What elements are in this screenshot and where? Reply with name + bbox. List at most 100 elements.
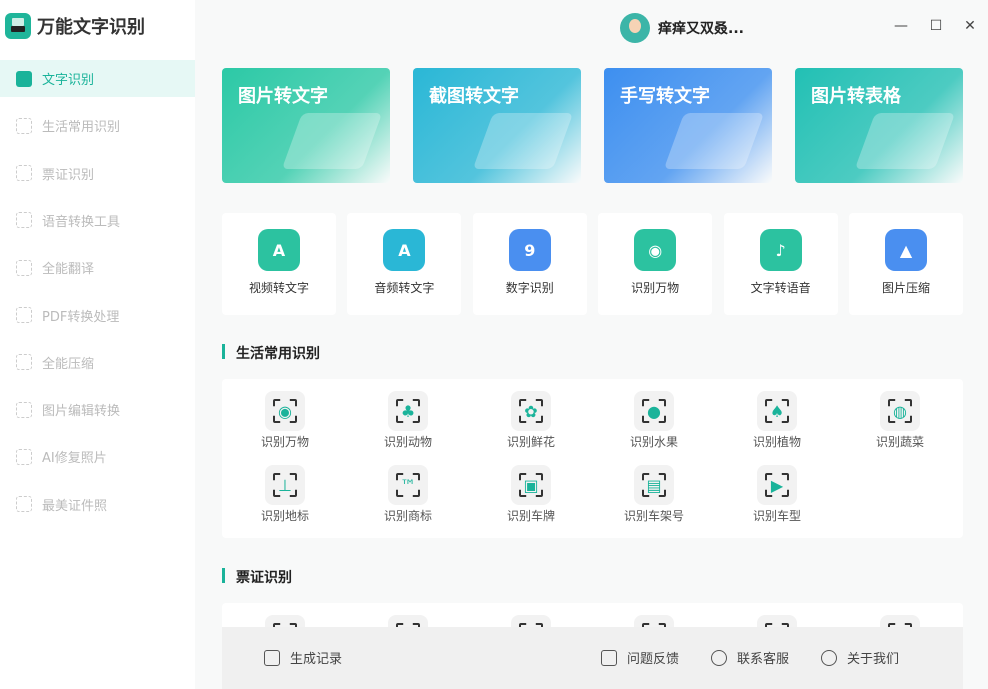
sidebar-item-label: 最美证件照: [42, 498, 108, 514]
sidebar-item-label: 语音转换工具: [42, 214, 121, 230]
banner-card[interactable]: 截图转文字: [413, 68, 581, 183]
banner-illustration: [663, 113, 765, 169]
close-button[interactable]: ✕: [962, 18, 978, 34]
sidebar-item[interactable]: AI修复照片: [0, 438, 195, 475]
banner-label: 手写转文字: [620, 86, 710, 107]
history-link[interactable]: 生成记录: [264, 648, 342, 667]
item-label: 识别车牌: [506, 509, 555, 523]
app-title: 万能文字识别: [37, 17, 145, 38]
about-link[interactable]: 关于我们: [821, 648, 899, 667]
recognition-item[interactable]: ▤ 识别车架号: [604, 465, 704, 524]
recognition-item[interactable]: ♣ 识别动物: [358, 391, 458, 450]
scan-frame-icon: ♣: [388, 391, 428, 431]
sidebar-item[interactable]: 最美证件照: [0, 486, 195, 523]
tool-card[interactable]: ◉ 识别万物: [598, 213, 713, 315]
tool-card[interactable]: ♪ 文字转语音: [723, 213, 838, 315]
sidebar-item[interactable]: 图片编辑转换: [0, 391, 195, 428]
recognition-item[interactable]: ◉ 识别万物: [235, 391, 335, 450]
item-label: 识别车架号: [623, 509, 684, 523]
banner-card[interactable]: 手写转文字: [604, 68, 772, 183]
feedback-link[interactable]: 问题反馈: [601, 648, 679, 667]
scan-frame-icon: ✿: [511, 391, 551, 431]
sidebar-item-label: 票证识别: [42, 167, 95, 183]
nav-item-icon: [16, 70, 32, 87]
sidebar-item[interactable]: PDF转换处理: [0, 297, 195, 334]
tool-label: 视频转文字: [248, 281, 309, 295]
tool-icon: ♪: [759, 229, 802, 271]
scan-frame-icon: ●: [634, 391, 674, 431]
avatar[interactable]: [620, 13, 650, 43]
history-label: 生成记录: [290, 652, 343, 667]
scan-frame-icon: ◉: [265, 391, 305, 431]
recognition-item[interactable]: ⊥ 识别地标: [235, 465, 335, 524]
nav-item-icon: [16, 307, 32, 323]
banner-illustration: [854, 113, 956, 169]
sidebar-item-label: 生活常用识别: [42, 120, 121, 136]
recognition-item[interactable]: ▶ 识别车型: [727, 465, 827, 524]
username[interactable]: 痒痒又双叒...: [658, 18, 744, 38]
sidebar-item[interactable]: 文字识别: [0, 60, 195, 97]
tool-icon: ▲: [885, 229, 927, 271]
tool-card[interactable]: A 音频转文字: [347, 213, 462, 315]
banner-illustration: [472, 113, 574, 169]
sidebar-item[interactable]: 票证识别: [0, 155, 195, 192]
nav-item-icon: [16, 212, 32, 229]
app-logo: 万能文字识别: [5, 13, 145, 39]
scan-frame-icon: ▶: [757, 465, 797, 505]
sidebar-item[interactable]: 语音转换工具: [0, 202, 195, 239]
item-label: 识别车型: [752, 509, 801, 523]
tool-label: 文字转语音: [750, 281, 811, 295]
recognition-item[interactable]: ✿ 识别鲜花: [481, 391, 581, 450]
sidebar-item[interactable]: 生活常用识别: [0, 107, 195, 144]
tool-label: 识别万物: [631, 281, 680, 295]
recognition-item[interactable]: ▣ 识别车牌: [481, 465, 581, 524]
sidebar: 万能文字识别 文字识别生活常用识别 票证识别语音转换工具 全能翻译 PDF转换处理 全能…: [0, 0, 195, 689]
item-label: 识别鲜花: [506, 435, 555, 449]
life-recognition-card: ◉ 识别万物 ♣ 识别动物 ✿ 识别鲜花 ● 识别水果 ♠ 识别植物 ◍ 识别蔬菜 ⊥ 识别地标 ™ 识别商标…: [222, 379, 963, 538]
nav-item-icon: [16, 401, 32, 418]
recognition-item[interactable]: ♠ 识别植物: [727, 391, 827, 450]
section-title-life: 生活常用识别: [222, 343, 320, 363]
service-link[interactable]: 联系客服: [711, 648, 789, 667]
service-label: 联系客服: [737, 652, 790, 667]
banner-card[interactable]: 图片转表格: [795, 68, 963, 183]
item-label: 识别水果: [629, 435, 678, 449]
sidebar-item[interactable]: 全能翻译: [0, 249, 195, 286]
recognition-item[interactable]: ◍ 识别蔬菜: [850, 391, 950, 450]
scan-frame-icon: ♠: [757, 391, 797, 431]
sidebar-item-label: 全能翻译: [42, 262, 95, 278]
recognition-item[interactable]: ™ 识别商标: [358, 465, 458, 524]
scan-frame-icon: ▤: [634, 465, 674, 505]
info-icon: [821, 649, 837, 666]
banner-card[interactable]: 图片转文字: [222, 68, 390, 183]
tool-card[interactable]: ▲ 图片压缩: [849, 213, 963, 315]
item-label: 识别地标: [260, 509, 309, 523]
feedback-label: 问题反馈: [627, 652, 680, 667]
section-title-ticket: 票证识别: [222, 567, 292, 587]
item-label: 识别蔬菜: [875, 435, 924, 449]
tool-icon: A: [383, 229, 426, 271]
user-profile[interactable]: 痒痒又双叒...: [620, 13, 744, 43]
item-label: 识别万物: [260, 435, 309, 449]
banner-label: 图片转表格: [811, 86, 901, 107]
sidebar-item-label: AI修复照片: [42, 451, 107, 467]
nav-item-icon: [16, 448, 32, 465]
tool-card[interactable]: 9 数字识别: [472, 213, 587, 315]
clipboard-icon: [264, 649, 280, 666]
scanner-logo-icon: [5, 13, 31, 39]
scan-frame-icon: ™: [388, 465, 428, 505]
tool-card[interactable]: A 视频转文字: [222, 213, 336, 315]
minimize-button[interactable]: —: [893, 18, 909, 34]
chat-icon: [711, 649, 727, 666]
footer-bar: 生成记录 问题反馈 联系客服 关于我们: [222, 627, 963, 689]
tool-label: 音频转文字: [374, 281, 435, 295]
about-label: 关于我们: [847, 652, 900, 667]
nav-item-icon: [16, 259, 32, 276]
recognition-item[interactable]: ● 识别水果: [604, 391, 704, 450]
scan-frame-icon: ◍: [880, 391, 920, 431]
nav-item-icon: [16, 117, 32, 134]
tool-icon: A: [258, 229, 300, 271]
banner-illustration: [281, 113, 383, 169]
sidebar-item[interactable]: 全能压缩: [0, 344, 195, 381]
maximize-button[interactable]: ☐: [928, 18, 944, 34]
